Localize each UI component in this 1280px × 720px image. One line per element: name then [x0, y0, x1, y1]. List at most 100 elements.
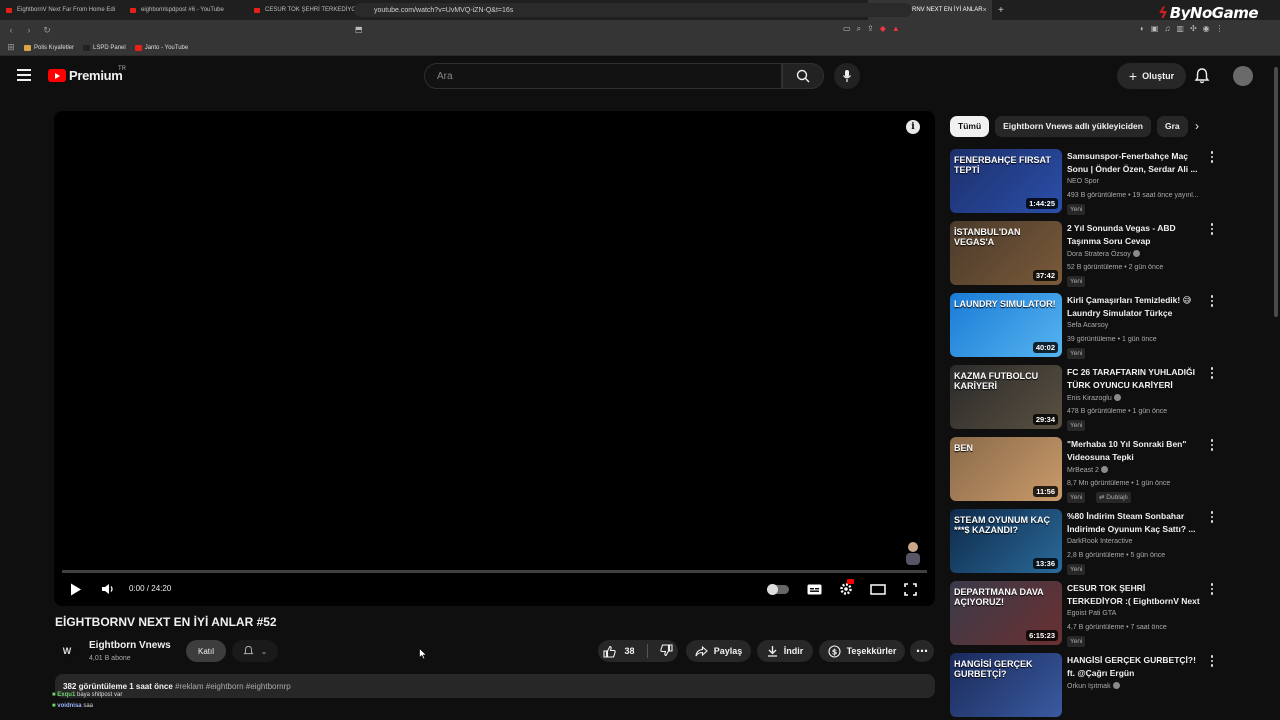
- search-input[interactable]: [437, 70, 781, 82]
- recommended-channel[interactable]: MrBeast 2: [1067, 466, 1108, 474]
- fullscreen-button[interactable]: [902, 581, 918, 597]
- more-vertical-icon[interactable]: [1209, 295, 1215, 307]
- like-button[interactable]: 38: [603, 645, 635, 658]
- video-thumbnail[interactable]: DEPARTMANA DAVA AÇIYORUZ! 6:15:23: [950, 581, 1062, 645]
- browser-tab[interactable]: EightbornV Next Far From Home Edi: [0, 0, 124, 20]
- apps-grid-icon[interactable]: ⊞: [4, 42, 18, 53]
- recommended-video[interactable]: STEAM OYUNUM KAÇ ***$ KAZANDI? 13:36 %80 İ…: [950, 509, 1215, 575]
- install-app-icon[interactable]: ▭: [843, 24, 851, 34]
- recommended-video[interactable]: DEPARTMANA DAVA AÇIYORUZ! 6:15:23 CESUR TO…: [950, 581, 1215, 647]
- video-thumbnail[interactable]: LAUNDRY SIMULATOR! 40:02: [950, 293, 1062, 357]
- url-field[interactable]: youtube.com/watch?v=UvMVQ-iZN-Q&t=16s: [354, 3, 912, 17]
- recommended-video[interactable]: İSTANBUL'DAN VEGAS'A 37:42 2 Yıl Sonunda V…: [950, 221, 1215, 287]
- recommended-video[interactable]: KAZMA FUTBOLCU KARİYERİ 29:34 FC 26 TARAFT…: [950, 365, 1215, 431]
- more-vertical-icon[interactable]: [1209, 439, 1215, 451]
- channel-avatar[interactable]: W: [56, 640, 78, 662]
- info-icon[interactable]: i: [906, 120, 920, 134]
- filter-chip[interactable]: Tümü: [950, 116, 990, 137]
- back-icon[interactable]: ‹: [4, 25, 18, 35]
- recommended-title[interactable]: HANGİSİ GERÇEK GURBETÇİ?! ft. @Çağrı Erg…: [1067, 654, 1203, 680]
- extension-icon[interactable]: ▣: [1151, 24, 1159, 33]
- bookmark-item[interactable]: Janto - YouTube: [134, 44, 188, 51]
- recommended-title[interactable]: 2 Yıl Sonunda Vegas - ABD Taşınma Soru C…: [1067, 222, 1203, 248]
- close-icon[interactable]: ×: [983, 7, 987, 14]
- recommended-channel[interactable]: Sefa Acarsoy: [1067, 322, 1108, 329]
- puzzle-icon[interactable]: ✣: [1190, 24, 1197, 33]
- video-thumbnail[interactable]: HANGİSİ GERÇEK GURBETÇİ?: [950, 653, 1062, 717]
- recommended-title[interactable]: Kirli Çamaşırları Temizledik! 😅 Laundry …: [1067, 294, 1203, 320]
- dislike-button[interactable]: [659, 643, 673, 659]
- recommended-video[interactable]: FENERBAHÇE FIRSAT TEPTİ 1:44:25 Samsunspor…: [950, 149, 1215, 215]
- more-actions-button[interactable]: ⋯: [910, 640, 934, 662]
- shield-icon[interactable]: ◆: [880, 24, 886, 34]
- recommended-video[interactable]: BEN 11:56 "Merhaba 10 Yıl Sonraki Ben" Vid…: [950, 437, 1215, 503]
- video-player[interactable]: i 0:00 / 24:20: [54, 111, 935, 606]
- scrollbar-thumb[interactable]: [1274, 67, 1278, 317]
- recommended-channel[interactable]: DarkRook Interactive: [1067, 538, 1132, 545]
- theater-mode-button[interactable]: [870, 581, 886, 597]
- filter-chip[interactable]: Eightborn Vnews adlı yükleyiciden: [995, 116, 1151, 137]
- video-thumbnail[interactable]: STEAM OYUNUM KAÇ ***$ KAZANDI? 13:36: [950, 509, 1062, 573]
- recommended-video[interactable]: LAUNDRY SIMULATOR! 40:02 Kirli Çamaşırları…: [950, 293, 1215, 359]
- music-icon[interactable]: ♫: [1164, 24, 1170, 33]
- recommended-title[interactable]: %80 İndirim Steam Sonbahar İndirimde Oyu…: [1067, 510, 1203, 536]
- recommended-video[interactable]: HANGİSİ GERÇEK GURBETÇİ? HANGİSİ GERÇEK G…: [950, 653, 1215, 719]
- recommended-title[interactable]: "Merhaba 10 Yıl Sonraki Ben" Videosuna T…: [1067, 438, 1203, 464]
- voice-search-button[interactable]: [834, 63, 860, 89]
- profile-icon[interactable]: ◉: [1203, 24, 1210, 33]
- recommended-title[interactable]: FC 26 TARAFTARIN YUHLADIĞI TÜRK OYUNCU K…: [1067, 366, 1203, 392]
- recommended-channel[interactable]: Dora Stratera Özsoy: [1067, 250, 1140, 258]
- play-button[interactable]: [68, 581, 84, 597]
- recommended-channel[interactable]: Egoist Pati GTA: [1067, 610, 1116, 617]
- download-button[interactable]: İndir: [757, 640, 813, 662]
- channel-watermark-icon[interactable]: [902, 539, 924, 565]
- description-box[interactable]: 382 görüntüleme 1 saat önce #reklam #eig…: [55, 674, 935, 698]
- subtitles-button[interactable]: [806, 581, 822, 597]
- forward-icon[interactable]: ›: [22, 25, 36, 35]
- youtube-premium-logo[interactable]: Premium TR: [48, 66, 126, 83]
- recommended-title[interactable]: Samsunspor-Fenerbahçe Maç Sonu | Önder Ö…: [1067, 150, 1203, 176]
- channel-name[interactable]: Eightborn Vnews: [89, 640, 171, 651]
- more-vertical-icon[interactable]: [1209, 583, 1215, 595]
- settings-button[interactable]: [838, 579, 854, 597]
- new-tab-button[interactable]: +: [992, 5, 1010, 16]
- more-vertical-icon[interactable]: [1209, 367, 1215, 379]
- thanks-button[interactable]: $ Teşekkürler: [819, 640, 905, 662]
- share-button[interactable]: Paylaş: [686, 640, 751, 662]
- sidepanel-icon[interactable]: ▥: [1176, 24, 1184, 33]
- join-button[interactable]: Katıl: [186, 640, 226, 662]
- video-thumbnail[interactable]: BEN 11:56: [950, 437, 1062, 501]
- volume-button[interactable]: [100, 581, 116, 597]
- bookmark-item[interactable]: LSPD Panel: [83, 44, 126, 51]
- more-vertical-icon[interactable]: [1209, 151, 1215, 163]
- user-avatar[interactable]: [1233, 66, 1253, 86]
- reload-icon[interactable]: ↻: [40, 25, 54, 36]
- create-button[interactable]: + Oluştur: [1117, 63, 1186, 89]
- share-page-icon[interactable]: ⇪: [867, 24, 874, 34]
- bookmark-star-icon[interactable]: ⬒: [355, 25, 363, 34]
- subscription-bell-button[interactable]: ⌄: [232, 640, 278, 662]
- search-button[interactable]: [782, 63, 824, 89]
- recommended-channel[interactable]: NEO Spor: [1067, 178, 1099, 185]
- browser-tab[interactable]: eighbornlspdpost #6 - YouTube: [124, 0, 248, 20]
- autoplay-toggle[interactable]: [767, 584, 789, 595]
- page-scrollbar[interactable]: [1272, 57, 1280, 700]
- video-thumbnail[interactable]: İSTANBUL'DAN VEGAS'A 37:42: [950, 221, 1062, 285]
- zoom-icon[interactable]: ⌕: [857, 24, 861, 34]
- progress-bar[interactable]: [62, 570, 927, 573]
- video-thumbnail[interactable]: FENERBAHÇE FIRSAT TEPTİ 1:44:25: [950, 149, 1062, 213]
- menu-icon[interactable]: [17, 69, 31, 84]
- filter-chip[interactable]: Gra: [1156, 116, 1188, 137]
- notifications-button[interactable]: [1194, 67, 1210, 90]
- more-vertical-icon[interactable]: [1209, 655, 1215, 667]
- more-vertical-icon[interactable]: [1209, 511, 1215, 523]
- extension-alert-icon[interactable]: ▲: [892, 24, 900, 34]
- recommended-title[interactable]: CESUR TOK ŞEHRİ TERKEDİYOR :( EightbornV…: [1067, 582, 1203, 608]
- extension-icon[interactable]: ◐: [1140, 24, 1145, 33]
- chevron-right-icon[interactable]: ›: [1195, 119, 1199, 133]
- recommended-channel[interactable]: Orkun Işıtmak: [1067, 682, 1120, 690]
- more-vertical-icon[interactable]: [1209, 223, 1215, 235]
- recommended-channel[interactable]: Enis Kirazoglu: [1067, 394, 1121, 402]
- bookmark-item[interactable]: Polis Kıyafetler: [24, 44, 74, 51]
- menu-icon[interactable]: ⋮: [1216, 24, 1224, 33]
